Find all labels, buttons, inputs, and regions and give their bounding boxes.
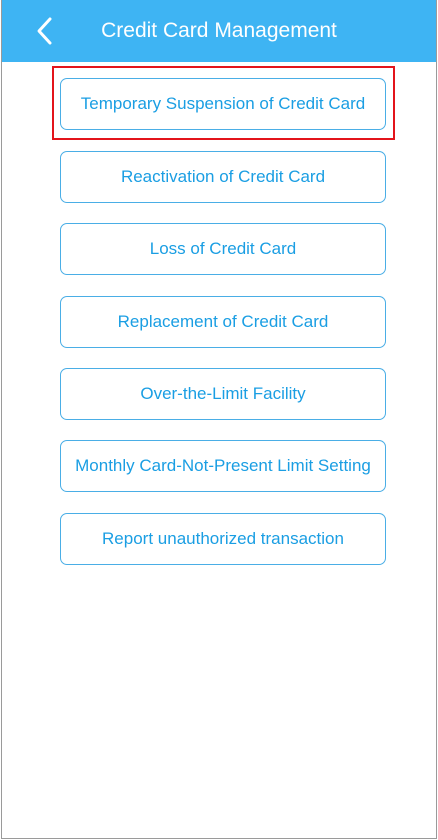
back-button[interactable] bbox=[30, 14, 64, 48]
temporary-suspension-button[interactable]: Temporary Suspension of Credit Card bbox=[60, 78, 386, 130]
page-title: Credit Card Management bbox=[101, 19, 337, 42]
reactivation-button[interactable]: Reactivation of Credit Card bbox=[60, 151, 386, 203]
chevron-left-icon bbox=[37, 17, 52, 45]
header-bar: Credit Card Management bbox=[2, 0, 436, 62]
replacement-button[interactable]: Replacement of Credit Card bbox=[60, 296, 386, 348]
phone-screen: Credit Card Management Temporary Suspens… bbox=[1, 0, 437, 839]
card-not-present-limit-button[interactable]: Monthly Card-Not-Present Limit Setting bbox=[60, 440, 386, 492]
report-unauthorized-button[interactable]: Report unauthorized transaction bbox=[60, 513, 386, 565]
over-the-limit-button[interactable]: Over-the-Limit Facility bbox=[60, 368, 386, 420]
loss-of-card-button[interactable]: Loss of Credit Card bbox=[60, 223, 386, 275]
